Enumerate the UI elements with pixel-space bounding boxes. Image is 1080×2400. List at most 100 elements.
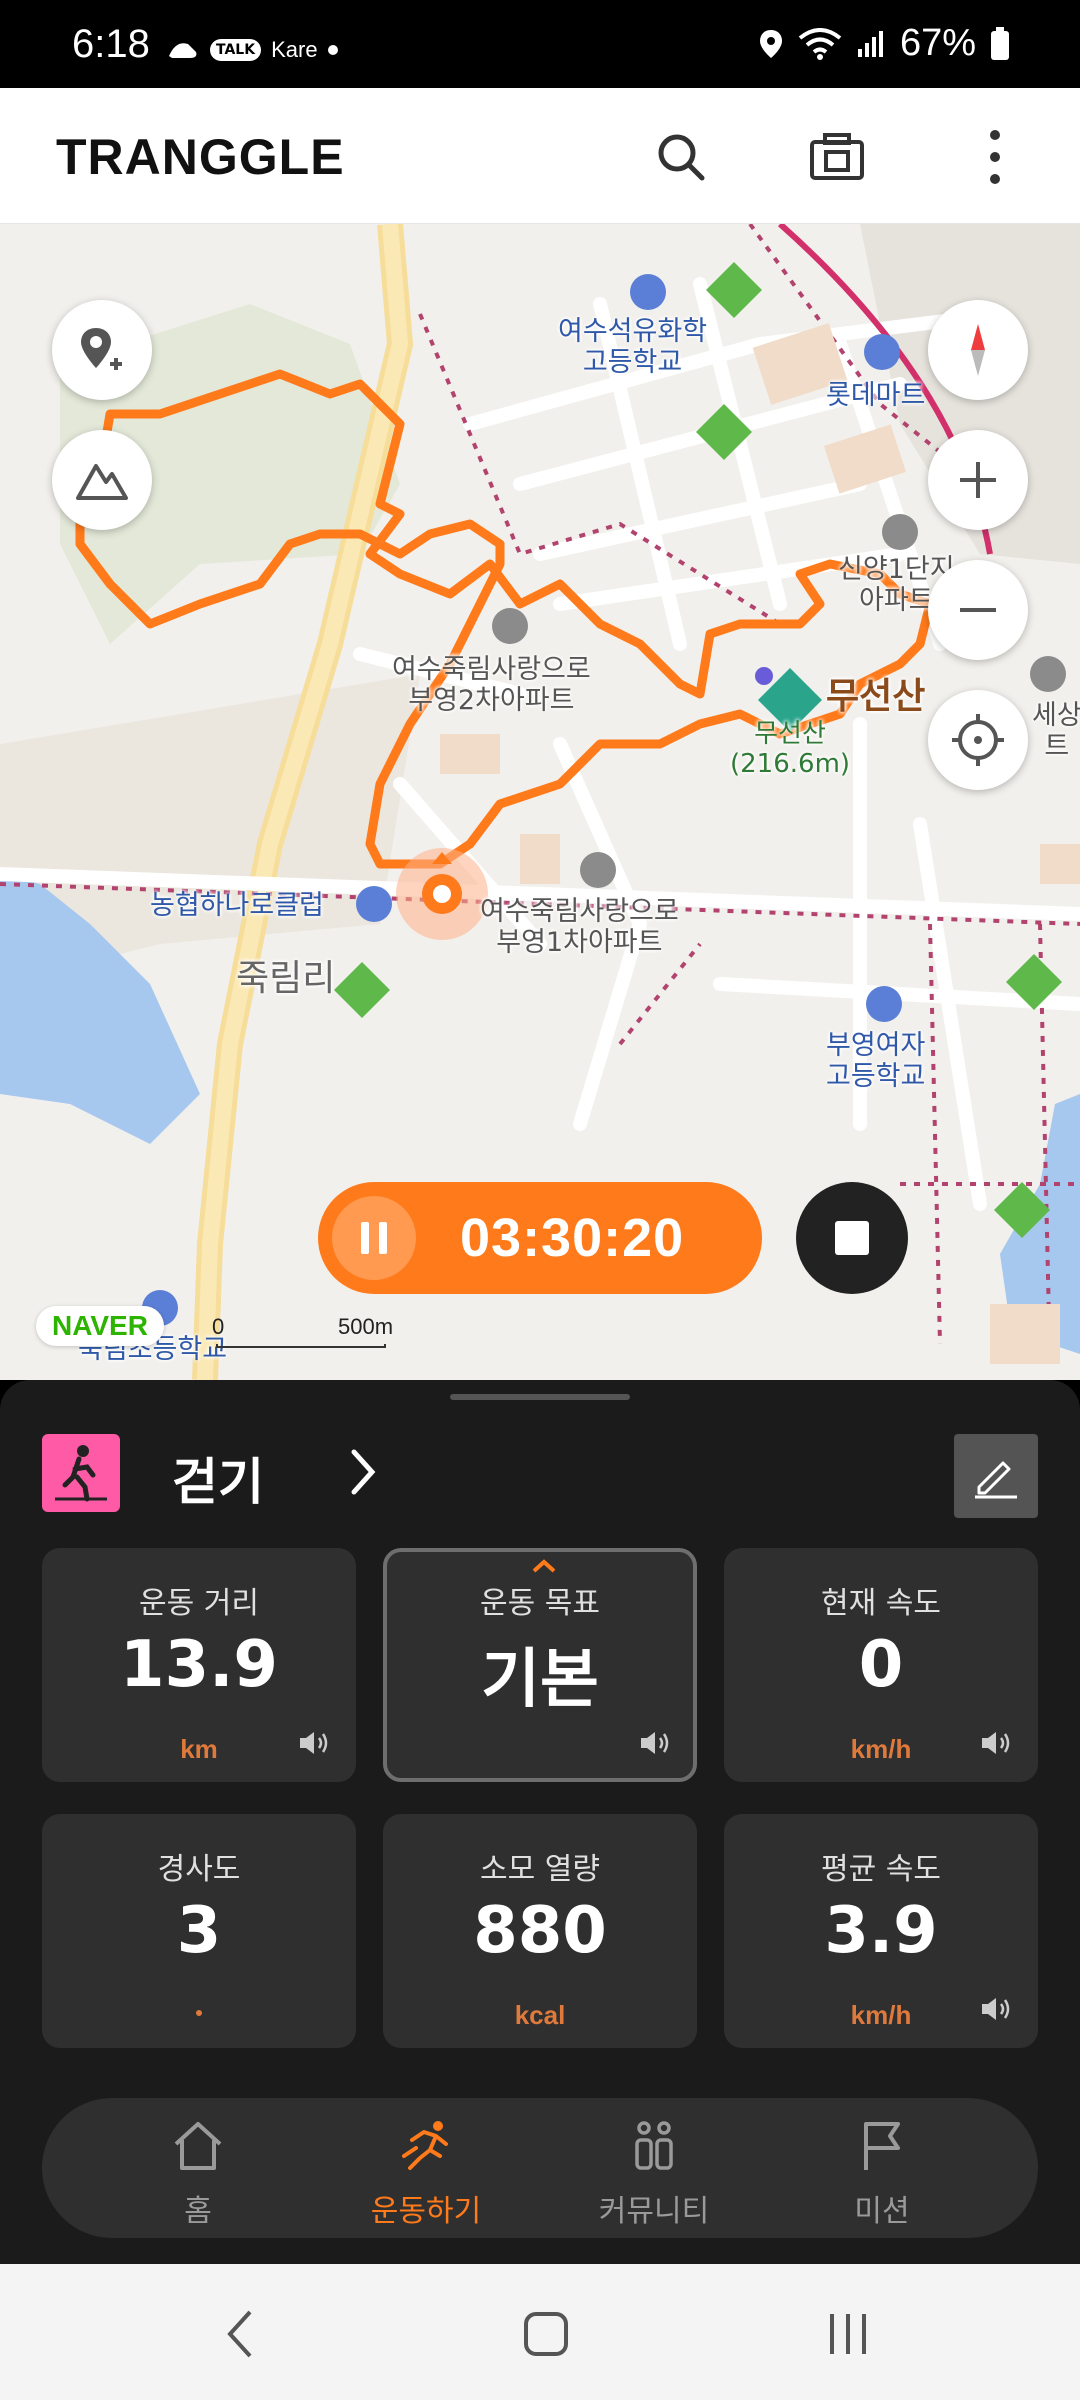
- home-button-icon[interactable]: [516, 2304, 576, 2364]
- status-bar: 6:18 TALK Kare 67%: [0, 0, 1080, 88]
- stop-icon: [835, 1221, 869, 1255]
- walking-shoe-icon: [169, 43, 197, 58]
- speaker-icon[interactable]: [980, 1728, 1014, 1758]
- mountain-layer-button[interactable]: [52, 430, 152, 530]
- status-right: 67%: [758, 22, 1010, 65]
- crosshair-icon: [952, 714, 1004, 766]
- walking-icon[interactable]: [42, 1434, 120, 1512]
- compass-button[interactable]: [928, 300, 1028, 400]
- metric-calories-card[interactable]: 소모 열량 880 kcal: [383, 1814, 697, 2048]
- metric-value: 0: [858, 1628, 904, 1702]
- speaker-icon[interactable]: [980, 1994, 1014, 2024]
- metric-label: 현재 속도: [821, 1586, 941, 1621]
- metric-current-speed-card[interactable]: 현재 속도 0 km/h: [724, 1548, 1038, 1782]
- chevron-up-icon: [532, 1559, 556, 1573]
- notification-icons: TALK Kare: [166, 36, 338, 64]
- location-icon: [759, 29, 782, 58]
- wifi-icon: [798, 27, 842, 60]
- nav-community[interactable]: 커뮤니티: [564, 2116, 744, 2229]
- zoom-out-button[interactable]: [928, 560, 1028, 660]
- community-icon: [635, 2121, 673, 2170]
- metric-label: 평균 속도: [821, 1852, 941, 1887]
- camera-button[interactable]: [802, 122, 872, 192]
- search-icon: [658, 134, 705, 181]
- metric-label: 소모 열량: [480, 1852, 600, 1887]
- metric-slope-card[interactable]: 경사도 3: [42, 1814, 356, 2048]
- mountain-icon: [76, 464, 128, 500]
- pause-button[interactable]: [332, 1196, 416, 1280]
- map-label-apt-bu2[interactable]: 여수죽림사랑으로 부영2차아파트: [392, 654, 591, 716]
- map-label-mountain[interactable]: 무선산: [826, 676, 925, 717]
- map-scale: 0 500m: [206, 1314, 406, 1354]
- battery-icon: [991, 26, 1009, 60]
- my-location-button[interactable]: [928, 690, 1028, 790]
- app-logo: TRANGGLE: [56, 129, 345, 185]
- map-label-area: 죽림리: [236, 958, 336, 999]
- plus-icon: [960, 462, 996, 498]
- stop-button[interactable]: [796, 1182, 908, 1294]
- app-header: TRANGGLE: [0, 88, 1080, 224]
- metric-distance-card[interactable]: 운동 거리 13.9 km: [42, 1548, 356, 1782]
- metric-label: 운동 목표: [480, 1586, 600, 1621]
- recent-apps-icon[interactable]: [818, 2304, 878, 2364]
- speaker-icon[interactable]: [298, 1728, 332, 1758]
- nav-label: 운동하기: [370, 2194, 482, 2229]
- map-label-school[interactable]: 여수석유화학 고등학교: [558, 316, 707, 378]
- home-icon: [174, 2122, 222, 2170]
- metric-value: 13.9: [120, 1628, 278, 1702]
- more-notifications-dot: [327, 45, 338, 55]
- back-icon[interactable]: [212, 2304, 272, 2364]
- running-icon: [402, 2121, 448, 2170]
- map-label-club[interactable]: 농협하나로클럽: [150, 890, 324, 921]
- nav-label: 홈: [184, 2194, 212, 2229]
- metric-value: 3.9: [824, 1894, 938, 1968]
- nav-workout[interactable]: 운동하기: [336, 2116, 516, 2229]
- add-location-icon: [81, 328, 122, 370]
- walking-person-icon: [55, 1445, 107, 1502]
- edit-button[interactable]: [954, 1434, 1038, 1518]
- flag-icon: [864, 2122, 900, 2170]
- zoom-in-button[interactable]: [928, 430, 1028, 530]
- map-label-girls-school[interactable]: 부영여자 고등학교: [826, 1030, 925, 1092]
- kakaotalk-icon: TALK: [210, 39, 262, 61]
- scale-bar: [216, 1344, 386, 1348]
- map-label-apt-bu1[interactable]: 여수죽림사랑으로 부영1차아파트: [480, 896, 679, 958]
- signal-icon: [857, 30, 883, 57]
- pause-icon-bar: [379, 1222, 387, 1254]
- bottom-navigation: 홈 운동하기 커뮤니티 미션: [42, 2098, 1038, 2238]
- more-vertical-icon: [990, 130, 1000, 184]
- metric-label: 운동 거리: [139, 1586, 259, 1621]
- pause-icon: [361, 1222, 369, 1254]
- compass-icon: [971, 324, 985, 376]
- scale-distance: 500m: [338, 1314, 394, 1339]
- naver-logo: NAVER: [36, 1306, 164, 1346]
- workout-panel: 걷기 운동 거리 13.9 km 운동 목표 기본 현재 속도 0 km/h 경…: [0, 1380, 1080, 2264]
- nav-mission[interactable]: 미션: [792, 2116, 972, 2229]
- activity-type[interactable]: 걷기: [172, 1442, 264, 1514]
- nav-label: 미션: [854, 2194, 910, 2229]
- pencil-icon: [975, 1461, 1017, 1499]
- drag-handle[interactable]: [450, 1394, 630, 1400]
- nav-home[interactable]: 홈: [108, 2116, 288, 2229]
- camera-icon: [810, 133, 864, 180]
- map-label-lotte-mart[interactable]: 롯데마트: [826, 380, 925, 411]
- status-time: 6:18: [72, 22, 150, 66]
- more-menu-button[interactable]: [960, 122, 1030, 192]
- metric-label: 경사도: [157, 1852, 241, 1887]
- map-label-peak[interactable]: 무선산 (216.6m): [730, 719, 850, 780]
- metric-value: 3: [176, 1894, 222, 1968]
- add-waypoint-button[interactable]: [52, 300, 152, 400]
- speaker-icon[interactable]: [639, 1728, 673, 1758]
- timer-value: 03:30:20: [460, 1208, 685, 1268]
- map-label-apt-edge[interactable]: 세상 트: [1032, 700, 1080, 762]
- battery-percent: 67%: [899, 22, 976, 64]
- minus-icon: [960, 608, 996, 612]
- metric-average-speed-card[interactable]: 평균 속도 3.9 km/h: [724, 1814, 1038, 2048]
- workout-timer: 03:30:20: [318, 1182, 762, 1294]
- nav-label: 커뮤니티: [598, 2194, 710, 2229]
- metric-value: 기본: [481, 1643, 599, 1717]
- metric-goal-card[interactable]: 운동 목표 기본: [383, 1548, 697, 1782]
- map-view[interactable]: 여수석유화학 고등학교 롯데마트 신양1단지 아파트 여수죽림사랑으로 부영2차…: [0, 224, 1080, 1380]
- search-button[interactable]: [646, 122, 716, 192]
- chevron-right-icon[interactable]: [344, 1442, 384, 1502]
